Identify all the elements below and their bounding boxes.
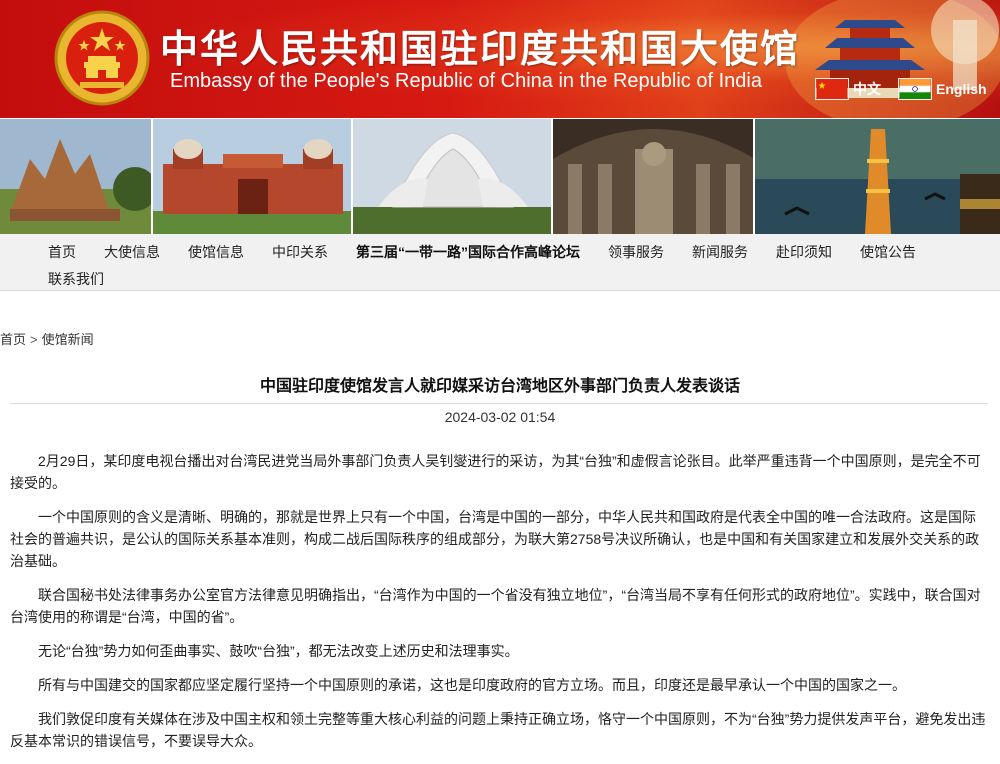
site-title-en: Embassy of the People's Republic of Chin… — [170, 70, 762, 92]
language-english-label: English — [936, 81, 987, 97]
nav-item-contact-us[interactable]: 联系我们 — [48, 269, 104, 289]
article-body: 2月29日，某印度电视台播出对台湾民进党当局外事部门负责人吴钊燮进行的采访，为其… — [10, 450, 988, 764]
nav-item-travel-to-india[interactable]: 赴印须知 — [776, 242, 832, 262]
title-divider — [10, 403, 988, 404]
breadcrumb-separator: > — [30, 332, 38, 347]
nav-item-embassy-info[interactable]: 使馆信息 — [188, 242, 244, 262]
article-paragraph: 所有与中国建交的国家都应坚定履行坚持一个中国原则的承诺，这也是印度政府的官方立场… — [38, 677, 906, 693]
red-fort-photo — [153, 119, 353, 234]
national-emblem-icon — [54, 10, 150, 106]
language-chinese-link[interactable]: 中文 — [815, 78, 881, 100]
lotus-temple-photo — [353, 119, 553, 234]
language-english-link[interactable]: English — [898, 78, 987, 100]
article-paragraph: 无论“台独”势力如何歪曲事实、鼓吹“台独”，都无法改变上述历史和法理事实。 — [38, 643, 519, 659]
temple-photo — [0, 119, 153, 234]
qutub-minar-photo — [755, 119, 1000, 234]
nav-item-news-services[interactable]: 新闻服务 — [692, 242, 748, 262]
india-flag-icon — [898, 78, 932, 100]
breadcrumb-home-link[interactable]: 首页 — [0, 332, 26, 347]
china-flag-icon — [815, 78, 849, 100]
nav-row-primary: 首页 大使信息 使馆信息 中印关系 第三届“一带一路”国际合作高峰论坛 领事服务… — [48, 242, 944, 262]
article-date: 2024-03-02 01:54 — [444, 409, 556, 425]
article-paragraph: 我们敦促印度有关媒体在涉及中国主权和领土完整等重大核心利益的问题上秉持正确立场，… — [10, 711, 986, 749]
main-navigation: 首页 大使信息 使馆信息 中印关系 第三届“一带一路”国际合作高峰论坛 领事服务… — [0, 234, 1000, 290]
nav-item-consular-services[interactable]: 领事服务 — [608, 242, 664, 262]
nav-divider — [0, 290, 1000, 291]
nav-item-ambassador[interactable]: 大使信息 — [104, 242, 160, 262]
site-title-cn: 中华人民共和国驻印度共和国大使馆 — [160, 26, 801, 71]
temple-of-heaven-illustration — [785, 0, 1000, 118]
cave-temple-photo — [553, 119, 755, 234]
photo-strip — [0, 119, 1000, 234]
breadcrumb: 首页 > 使馆新闻 — [0, 329, 94, 348]
nav-item-belt-and-road-forum[interactable]: 第三届“一带一路”国际合作高峰论坛 — [356, 242, 580, 262]
article-paragraph: 联合国秘书处法律事务办公室官方法律意见明确指出，“台湾作为中国的一个省没有独立地… — [10, 587, 981, 625]
nav-row-secondary: 联系我们 — [48, 269, 132, 289]
article-paragraph: 一个中国原则的含义是清晰、明确的，那就是世界上只有一个中国，台湾是中国的一部分，… — [10, 509, 980, 569]
breadcrumb-section-link[interactable]: 使馆新闻 — [42, 332, 94, 347]
header-banner: 中华人民共和国驻印度共和国大使馆 Embassy of the People's… — [0, 0, 1000, 118]
language-chinese-label: 中文 — [853, 81, 881, 97]
article-paragraph: 2月29日，某印度电视台播出对台湾民进党当局外事部门负责人吴钊燮进行的采访，为其… — [10, 453, 981, 491]
nav-item-home[interactable]: 首页 — [48, 242, 76, 262]
nav-item-china-india-relations[interactable]: 中印关系 — [272, 242, 328, 262]
nav-item-announcements[interactable]: 使馆公告 — [860, 242, 916, 262]
article-title: 中国驻印度使馆发言人就印媒采访台湾地区外事部门负责人发表谈话 — [259, 378, 740, 395]
